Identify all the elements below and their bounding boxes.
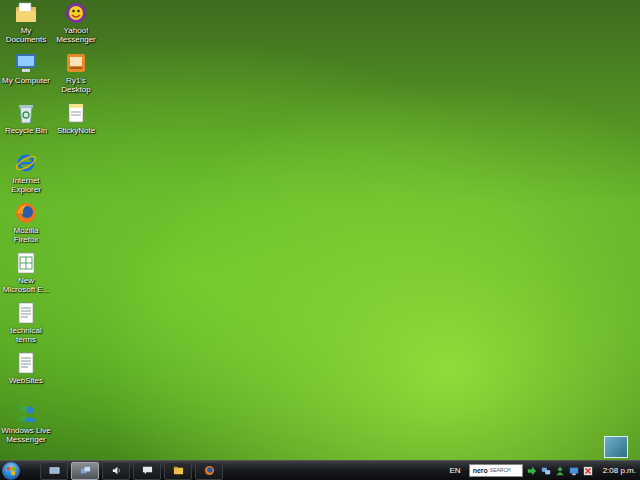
documents-icon [14, 1, 38, 25]
volume-icon [111, 465, 122, 476]
desktop-icon-label: My Computer [2, 76, 50, 85]
flip-icon [80, 465, 91, 476]
desktop-icon-item[interactable]: Ry1's Desktop [51, 50, 101, 100]
desktop-icon-label: Internet Explorer [1, 176, 51, 194]
desktop-icon-label: Mozilla Firefox [1, 226, 51, 244]
taskbar-button[interactable] [102, 462, 130, 480]
monitor-tray-icon[interactable] [569, 466, 579, 476]
firefox-icon [204, 465, 215, 476]
nero-search-label: SEARCH [490, 468, 511, 473]
desktop-icon-label: Recycle Bin [5, 126, 47, 135]
desktop-icon-item[interactable]: My Computer [1, 50, 51, 100]
messenger-icon [14, 401, 38, 425]
desktop-icon-label: My Documents [1, 26, 51, 44]
nero-search-field[interactable]: neroSEARCH [469, 464, 523, 477]
go-arrow-icon[interactable] [527, 466, 537, 476]
nero-logo: nero [473, 467, 488, 474]
network-icon[interactable] [541, 466, 551, 476]
desktop-icon-label: technical terms [1, 326, 51, 344]
taskbar-button[interactable] [133, 462, 161, 480]
text-icon [14, 301, 38, 325]
sticky-icon [64, 101, 88, 125]
firefox-icon [14, 201, 38, 225]
desktop-icons: My Documents My Computer Recycle Bin Intern… [0, 0, 640, 450]
desktop-icon-item[interactable]: New Microsoft E... [1, 250, 51, 300]
clock[interactable]: 2:08 p.m. [603, 466, 636, 475]
messenger-tray-icon[interactable] [555, 466, 565, 476]
desktop-icon-label: Yahoo! Messenger [51, 26, 101, 44]
showdesktop-icon [49, 465, 60, 476]
ie-icon [14, 151, 38, 175]
taskbar-button[interactable] [71, 462, 99, 480]
desktop-icon-item[interactable]: My Documents [1, 0, 51, 50]
start-button[interactable] [2, 462, 20, 480]
desktop-icon-item[interactable]: Internet Explorer [1, 150, 51, 200]
alert-tray-icon[interactable] [583, 466, 593, 476]
yahoo-icon [64, 1, 88, 25]
desktop-thumbnail-icon[interactable] [604, 436, 628, 458]
computer-icon [14, 51, 38, 75]
recycle-icon [14, 101, 38, 125]
text-icon [14, 351, 38, 375]
windows-logo-icon [6, 466, 16, 476]
taskbar: EN neroSEARCH 2:08 p.m. [0, 460, 640, 480]
desktop-icon-item[interactable]: StickyNote [51, 100, 101, 150]
taskbar-button[interactable] [164, 462, 192, 480]
quick-launch [40, 462, 223, 480]
desktop-icon-label: Ry1's Desktop [51, 76, 101, 94]
system-tray: EN neroSEARCH 2:08 p.m. [450, 464, 636, 477]
desktop-icon-label: StickyNote [57, 126, 95, 135]
desktop-icon-label: WebSites [9, 376, 43, 385]
desktop: My Documents My Computer Recycle Bin Intern… [0, 0, 640, 460]
desktop-icon-item[interactable]: Windows Live Messenger [1, 400, 51, 450]
screen: My Documents My Computer Recycle Bin Intern… [0, 0, 640, 480]
language-indicator[interactable]: EN [450, 466, 461, 475]
desktop-icon-label: New Microsoft E... [1, 276, 51, 294]
desktop-icon-item[interactable]: Yahoo! Messenger [51, 0, 101, 50]
excel-icon [14, 251, 38, 275]
taskbar-button[interactable] [40, 462, 68, 480]
desktop-icon-item[interactable]: Recycle Bin [1, 100, 51, 150]
taskbar-button[interactable] [195, 462, 223, 480]
wallpaper [0, 0, 640, 460]
desktop-icon-item[interactable]: Mozilla Firefox [1, 200, 51, 250]
folder-icon [173, 465, 184, 476]
desktop-icon-item[interactable]: technical terms [1, 300, 51, 350]
desktop-icon-item[interactable]: WebSites [1, 350, 51, 400]
desktop-icon-label: Windows Live Messenger [1, 426, 51, 444]
folder-icon [64, 51, 88, 75]
chat-icon [142, 465, 153, 476]
